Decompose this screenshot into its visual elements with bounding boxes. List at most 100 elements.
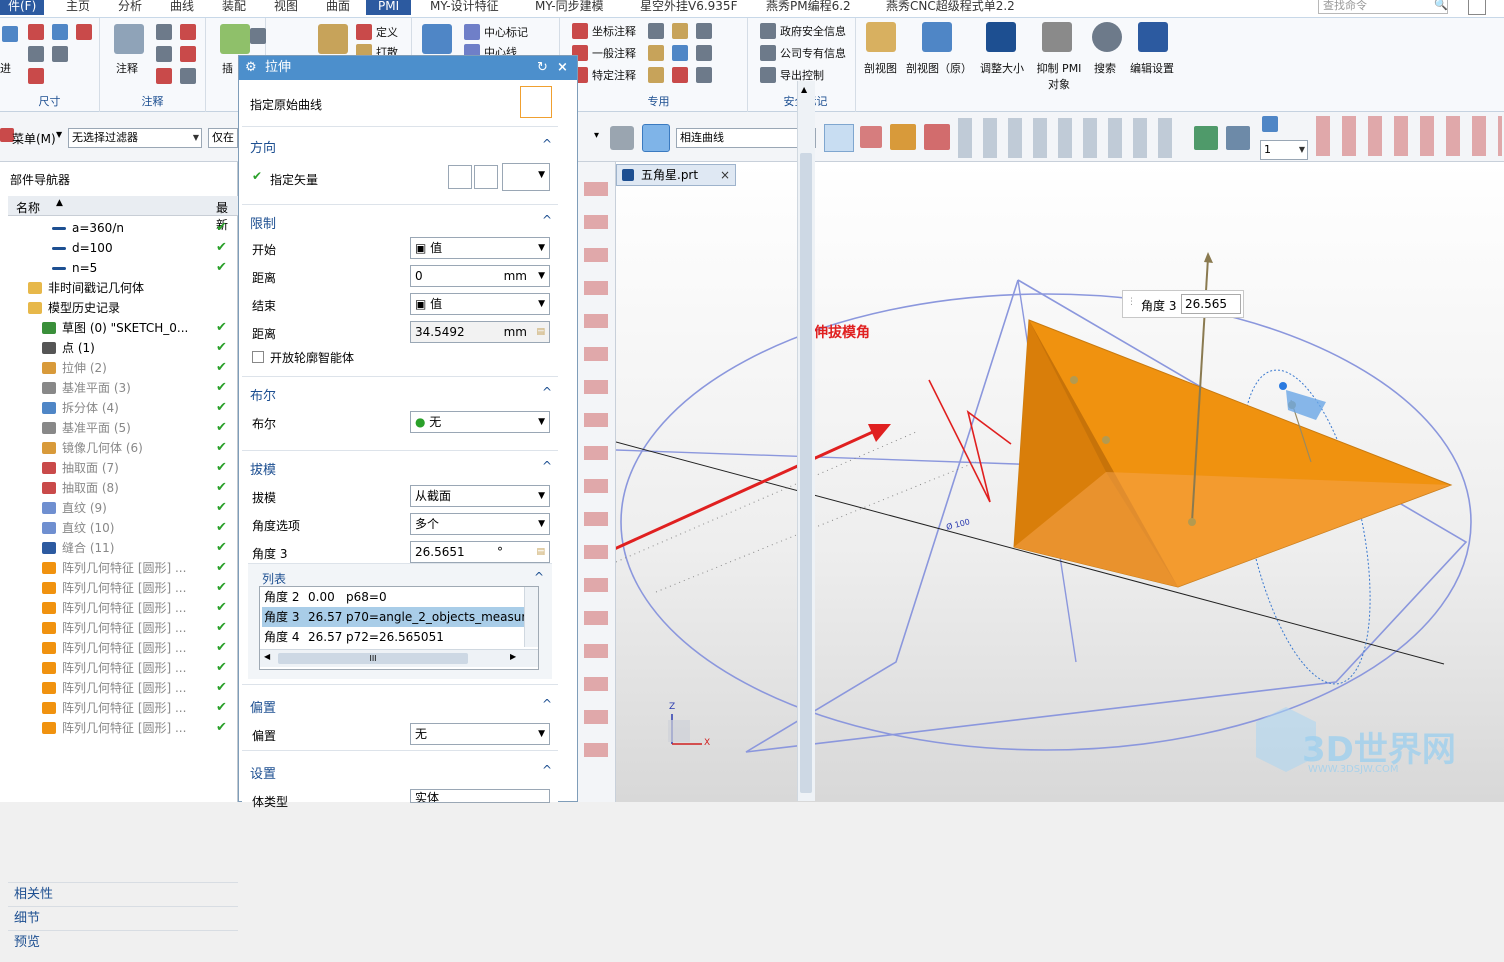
collapse-icon[interactable]: ^ — [542, 137, 552, 151]
tab-my-design[interactable]: MY-设计特征 — [430, 0, 499, 15]
navigator-row[interactable]: n=5 ✔ — [8, 258, 238, 278]
edit-settings-label[interactable]: 编辑设置 — [1130, 60, 1174, 76]
navigator-row[interactable]: 基准平面 (3) ✔ — [8, 378, 238, 398]
navigator-row[interactable]: 阵列几何特征 [圆形] ... ✔ — [8, 678, 238, 698]
scroll-up-icon[interactable]: ▲ — [801, 85, 807, 94]
table-icon[interactable] — [250, 28, 266, 44]
tab-analysis[interactable]: 分析 — [118, 0, 142, 15]
tab-model-file[interactable]: 五角星.prt × — [616, 164, 736, 186]
angle-handle[interactable] — [1279, 382, 1287, 390]
tab-yanxiu-pm[interactable]: 燕秀PM编程6.2 — [766, 0, 851, 15]
reset-icon[interactable]: ↻ — [537, 56, 548, 80]
list-hscroll[interactable]: ◀ III ▶ — [260, 649, 538, 667]
navigator-row[interactable]: 阵列几何特征 [圆形] ... ✔ — [8, 638, 238, 658]
note-icon[interactable] — [114, 24, 144, 54]
section-dependencies[interactable]: 相关性 — [8, 882, 238, 906]
section-details[interactable]: 细节 — [8, 906, 238, 930]
coord-note-icon[interactable] — [572, 23, 588, 39]
company-info-icon[interactable] — [760, 45, 776, 61]
navigator-row[interactable]: 拆分体 (4) ✔ — [8, 398, 238, 418]
target-point-icon[interactable] — [180, 68, 196, 84]
vector-dialog-icon[interactable] — [474, 165, 498, 189]
collapse-icon[interactable]: ^ — [542, 459, 552, 473]
gov-security-icon[interactable] — [760, 23, 776, 39]
navigator-row[interactable]: 阵列几何特征 [圆形] ... ✔ — [8, 658, 238, 678]
general-note-label[interactable]: 一般注释 — [592, 45, 636, 61]
center-mark-label[interactable]: 中心标记 — [484, 24, 528, 40]
define-icon[interactable] — [356, 24, 372, 40]
follow-fillet-icon[interactable] — [860, 126, 882, 148]
offset-select[interactable]: 无 ▼ — [410, 723, 550, 745]
balloon-icon[interactable] — [156, 68, 172, 84]
hscroll-thumb[interactable]: III — [278, 653, 468, 664]
section-view-orig-icon[interactable] — [922, 22, 952, 52]
scroll-right-icon[interactable]: ▶ — [510, 652, 516, 661]
path-icon[interactable] — [890, 124, 916, 150]
navigator-row[interactable]: 阵列几何特征 [圆形] ... ✔ — [8, 718, 238, 738]
special-icon-2[interactable] — [672, 23, 688, 39]
work-layer-icon[interactable] — [1262, 116, 1278, 132]
close-icon[interactable]: × — [557, 56, 568, 80]
center-mark-icon[interactable] — [464, 24, 480, 40]
curve-rule-select[interactable]: 相连曲线▼ — [676, 128, 816, 148]
special-icon-3[interactable] — [696, 23, 712, 39]
handle-point[interactable] — [1188, 518, 1196, 526]
navigator-row[interactable]: 点 (1) ✔ — [8, 338, 238, 358]
filter-select[interactable]: 无选择过滤器 ▼ — [68, 128, 202, 148]
boolean-select[interactable]: ● 无 ▼ — [410, 411, 550, 433]
angle-dim-icon[interactable] — [28, 68, 44, 84]
resize-icon[interactable] — [986, 22, 1016, 52]
special-icon-5[interactable] — [672, 45, 688, 61]
scope-select[interactable]: 仅在 — [208, 128, 238, 148]
datum-icon[interactable] — [180, 24, 196, 40]
dimension-icon[interactable] — [2, 26, 18, 42]
navigator-row[interactable]: 直纹 (10) ✔ — [8, 518, 238, 538]
weld-icon[interactable] — [180, 46, 196, 62]
navigator-row[interactable]: 阵列几何特征 [圆形] ... ✔ — [8, 598, 238, 618]
radial-dim-icon[interactable] — [28, 46, 44, 62]
collapse-icon[interactable]: ^ — [534, 570, 544, 584]
stop-at-intersection-icon[interactable] — [824, 124, 854, 152]
thickness-dim-icon[interactable] — [52, 46, 68, 62]
snap-icon[interactable] — [924, 124, 950, 150]
suppress-pmi-icon[interactable] — [1042, 22, 1072, 52]
search-icon[interactable]: 🔍 — [1434, 0, 1448, 12]
search-pmi-icon[interactable] — [1092, 22, 1122, 52]
sort-up-icon[interactable]: ▲ — [56, 198, 63, 208]
select-face-icon[interactable] — [642, 124, 670, 152]
special-icon-6[interactable] — [696, 45, 712, 61]
collapse-icon[interactable]: ^ — [542, 385, 552, 399]
special-icon-4[interactable] — [648, 45, 664, 61]
layer-settings-icon[interactable] — [1226, 126, 1250, 150]
special-icon-8[interactable] — [672, 67, 688, 83]
chamfer-dim-icon[interactable] — [52, 24, 68, 40]
collapse-icon[interactable]: ^ — [542, 763, 552, 777]
scroll-thumb[interactable] — [800, 153, 812, 793]
body-type-select[interactable]: 实体 — [410, 789, 550, 803]
tab-yanxiu-cnc[interactable]: 燕秀CNC超级程式单2.2 — [886, 0, 1015, 15]
resize-label[interactable]: 调整大小 — [980, 60, 1024, 76]
surface-finish-icon[interactable] — [156, 46, 172, 62]
dialog-scrollbar[interactable]: ▲ — [797, 81, 815, 801]
angle-list[interactable]: 角度 2 0.00 p68=0 角度 3 26.57 p70=angle_2_o… — [259, 586, 539, 670]
end-select[interactable]: ▣ 值 ▼ — [410, 293, 550, 315]
edit-settings-icon[interactable] — [1138, 22, 1168, 52]
tab-pmi[interactable]: PMI — [366, 0, 412, 15]
insert-table-icon[interactable] — [220, 24, 250, 54]
select-body-icon[interactable] — [610, 126, 634, 150]
tooltip-input[interactable]: 26.565 — [1181, 294, 1241, 314]
draft-select[interactable]: 从截面 ▼ — [410, 485, 550, 507]
export-control-icon[interactable] — [760, 67, 776, 83]
navigator-row[interactable]: 缝合 (11) ✔ — [8, 538, 238, 558]
vector-select[interactable]: ▼ — [502, 163, 550, 191]
sketch-tools-icons[interactable] — [584, 182, 608, 762]
tab-curve[interactable]: 曲线 — [170, 0, 194, 15]
linear-dim-icon[interactable] — [28, 24, 44, 40]
open-profile-checkbox[interactable] — [252, 351, 264, 363]
suppress-pmi-label[interactable]: 抑制 PMI 对象 — [1034, 60, 1084, 92]
col-name[interactable]: 名称 — [16, 199, 40, 216]
navigator-row[interactable]: 拉伸 (2) ✔ — [8, 358, 238, 378]
list-row[interactable]: 角度 2 0.00 p68=0 — [262, 587, 524, 607]
list-vscroll[interactable] — [524, 587, 538, 647]
navigator-row[interactable]: 抽取面 (7) ✔ — [8, 458, 238, 478]
